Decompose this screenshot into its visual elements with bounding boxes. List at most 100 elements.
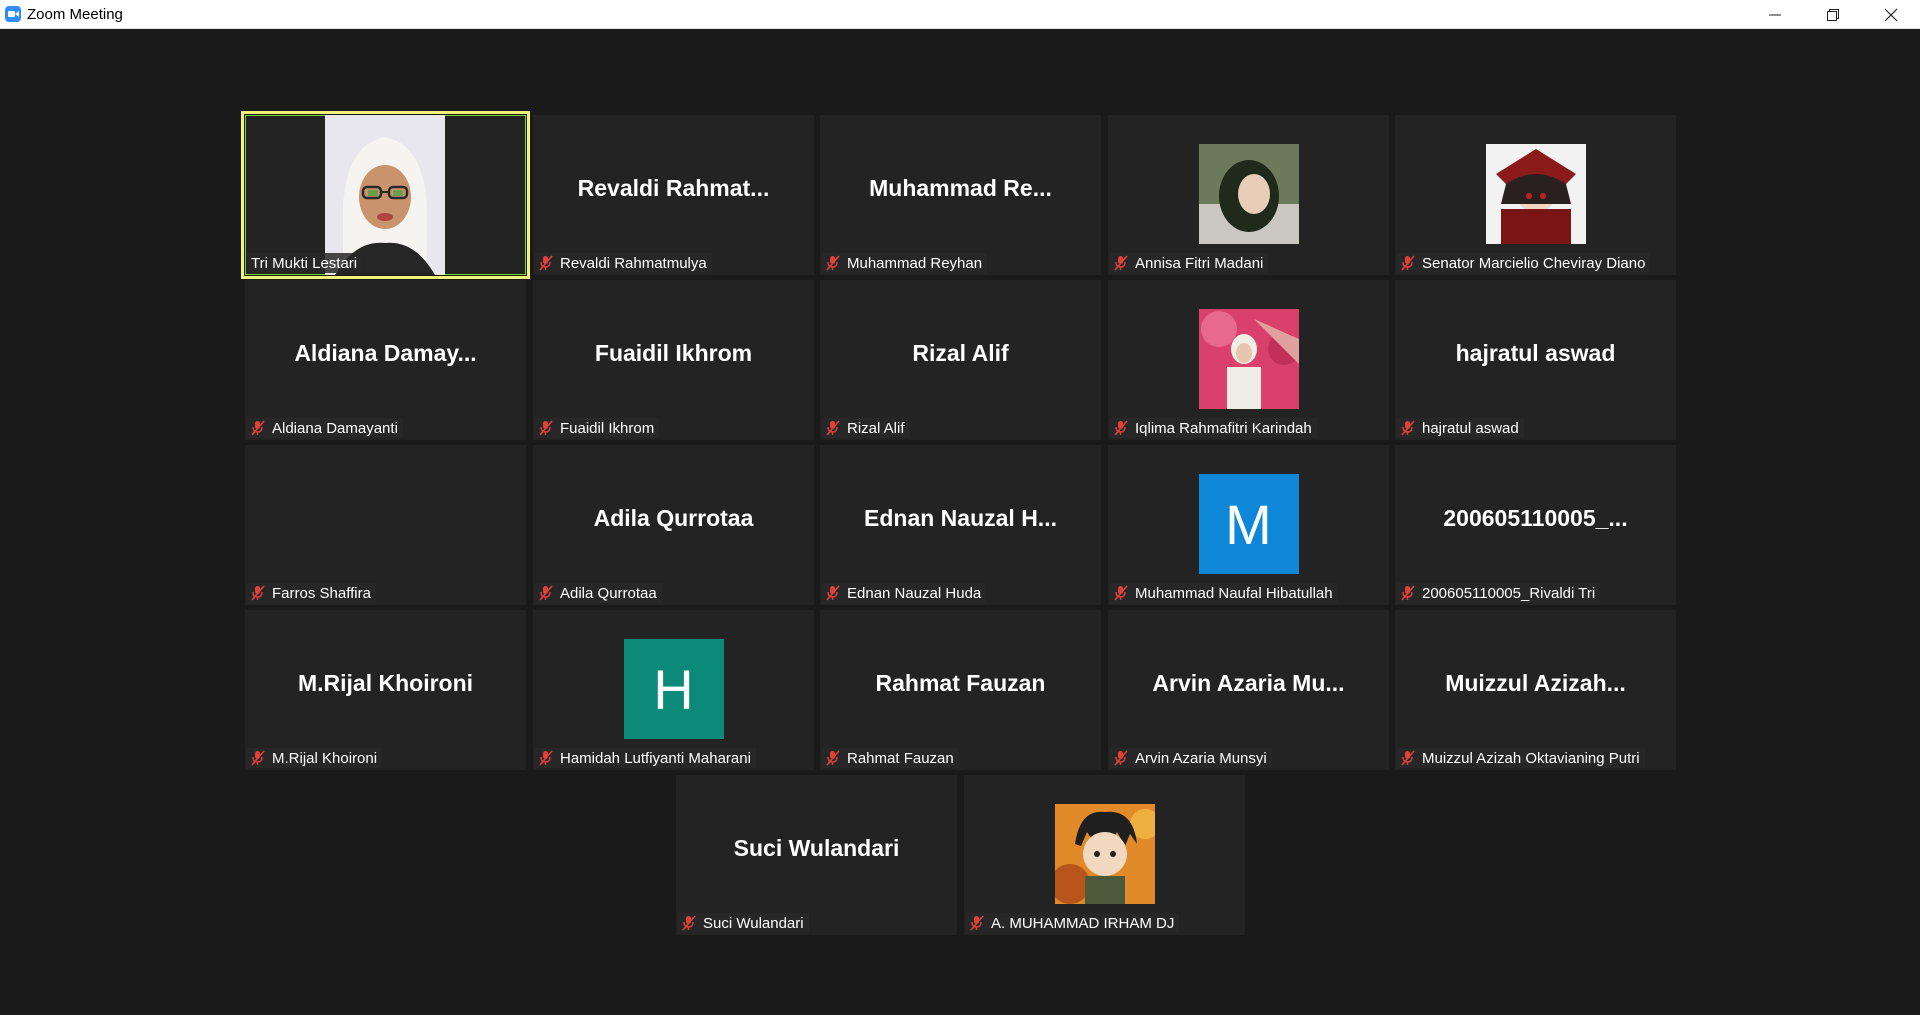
muted-mic-icon: [539, 255, 553, 271]
participant-name: 200605110005_Rivaldi Tri: [1422, 584, 1596, 602]
participant-name-label: Revaldi Rahmatmulya: [535, 253, 712, 273]
participant-name: A. MUHAMMAD IRHAM DJ: [991, 914, 1175, 932]
muted-mic-icon: [1401, 255, 1415, 271]
participant-display-name: Arvin Azaria Mu...: [1152, 670, 1345, 696]
window-controls: [1746, 0, 1920, 29]
muted-mic-icon: [539, 585, 553, 601]
participant-name: Suci Wulandari: [703, 914, 804, 932]
participant-display-name: Muizzul Azizah...: [1445, 670, 1626, 696]
participant-name: hajratul aswad: [1422, 419, 1519, 437]
participant-tile[interactable]: Arvin Azaria Mu... Arvin Azaria Munsyi: [1108, 610, 1389, 770]
gallery-view: Tri Mukti Lestari Revaldi Rahmat... Revald…: [0, 29, 1920, 1015]
participant-letter-avatar: H: [623, 639, 724, 739]
title-bar: Zoom Meeting: [0, 0, 1920, 29]
participant-tile[interactable]: A. MUHAMMAD IRHAM DJ: [964, 775, 1245, 935]
minimize-icon: [1769, 14, 1781, 15]
participant-display-name: Fuaidil Ikhrom: [594, 340, 753, 366]
muted-mic-icon: [1401, 420, 1415, 436]
participant-name-label: Aldiana Damayanti: [247, 418, 403, 438]
participant-video: [325, 115, 445, 275]
participant-tile[interactable]: Iqlima Rahmafitri Karindah: [1108, 280, 1389, 440]
participant-name-label: Annisa Fitri Madani: [1110, 253, 1269, 273]
participant-name-label: M.Rijal Khoironi: [247, 748, 383, 768]
participant-tile[interactable]: hajratul aswad hajratul aswad: [1395, 280, 1676, 440]
participant-name: Muizzul Azizah Oktavianing Putri: [1422, 749, 1640, 767]
participant-name: Rizal Alif: [847, 419, 905, 437]
participant-display-name: Adila Qurrotaa: [593, 505, 754, 531]
muted-mic-icon: [682, 915, 696, 931]
participant-name: Annisa Fitri Madani: [1135, 254, 1264, 272]
muted-mic-icon: [539, 420, 553, 436]
participant-name: Rahmat Fauzan: [847, 749, 954, 767]
participant-name-label: hajratul aswad: [1397, 418, 1524, 438]
participant-name: Senator Marcielio Cheviray Diano: [1422, 254, 1646, 272]
participant-name: Hamidah Lutfiyanti Maharani: [560, 749, 751, 767]
window-title: Zoom Meeting: [27, 5, 123, 23]
participant-name-label: A. MUHAMMAD IRHAM DJ: [966, 913, 1180, 933]
participant-display-name: Rahmat Fauzan: [875, 670, 1046, 696]
participant-tile[interactable]: M.Rijal Khoironi M.Rijal Khoironi: [245, 610, 526, 770]
muted-mic-icon: [826, 585, 840, 601]
participant-display-name: Rizal Alif: [912, 340, 1009, 366]
participant-tile[interactable]: Fuaidil Ikhrom Fuaidil Ikhrom: [533, 280, 814, 440]
participant-name: Revaldi Rahmatmulya: [560, 254, 707, 272]
participant-tile[interactable]: Tri Mukti Lestari: [241, 111, 530, 279]
participant-tile[interactable]: Farros Shaffira: [245, 445, 526, 605]
participant-display-name: Muhammad Re...: [869, 175, 1052, 201]
minimize-button[interactable]: [1746, 0, 1804, 29]
participant-tile[interactable]: Muhammad Re... Muhammad Reyhan: [820, 115, 1101, 275]
participant-avatar: [1054, 804, 1155, 904]
participant-name-label: Tri Mukti Lestari: [247, 253, 363, 273]
participant-avatar: [1198, 309, 1299, 409]
participant-tile[interactable]: Rahmat Fauzan Rahmat Fauzan: [820, 610, 1101, 770]
participant-name-label: Rahmat Fauzan: [822, 748, 959, 768]
muted-mic-icon: [1401, 585, 1415, 601]
muted-mic-icon: [251, 585, 265, 601]
participant-name: Ednan Nauzal Huda: [847, 584, 982, 602]
muted-mic-icon: [539, 750, 553, 766]
participant-display-name: Revaldi Rahmat...: [577, 175, 770, 201]
participant-tile[interactable]: Rizal Alif Rizal Alif: [820, 280, 1101, 440]
participant-tile[interactable]: Suci Wulandari Suci Wulandari: [676, 775, 957, 935]
participant-tile[interactable]: Muizzul Azizah... Muizzul Azizah Oktavian…: [1395, 610, 1676, 770]
participant-tile[interactable]: H Hamidah Lutfiyanti Maharani: [533, 610, 814, 770]
muted-mic-icon: [826, 750, 840, 766]
muted-mic-icon: [1114, 255, 1128, 271]
participant-name: Iqlima Rahmafitri Karindah: [1135, 419, 1312, 437]
participant-name-label: 200605110005_Rivaldi Tri: [1397, 583, 1601, 603]
participant-tile[interactable]: Aldiana Damay... Aldiana Damayanti: [245, 280, 526, 440]
participant-letter-avatar: M: [1198, 474, 1299, 574]
participant-tile[interactable]: 200605110005_... 200605110005_Rivaldi Tri: [1395, 445, 1676, 605]
participant-name: Adila Qurrotaa: [560, 584, 657, 602]
participant-name-label: Rizal Alif: [822, 418, 910, 438]
close-button[interactable]: [1862, 0, 1920, 29]
participant-name-label: Fuaidil Ikhrom: [535, 418, 660, 438]
muted-mic-icon: [251, 750, 265, 766]
participant-display-name: hajratul aswad: [1455, 340, 1616, 366]
participant-avatar: [1198, 144, 1299, 244]
participant-name-label: Iqlima Rahmafitri Karindah: [1110, 418, 1317, 438]
participant-name: Arvin Azaria Munsyi: [1135, 749, 1267, 767]
participant-display-name: Suci Wulandari: [733, 835, 900, 861]
participant-display-name: Aldiana Damay...: [294, 340, 477, 366]
participant-name-label: Hamidah Lutfiyanti Maharani: [535, 748, 756, 768]
participant-tile[interactable]: Annisa Fitri Madani: [1108, 115, 1389, 275]
restore-icon: [1827, 8, 1839, 21]
participant-tile[interactable]: M Muhammad Naufal Hibatullah: [1108, 445, 1389, 605]
participant-name-label: Ednan Nauzal Huda: [822, 583, 987, 603]
participant-name: Muhammad Reyhan: [847, 254, 983, 272]
muted-mic-icon: [251, 420, 265, 436]
muted-mic-icon: [826, 420, 840, 436]
participant-tile[interactable]: Revaldi Rahmat... Revaldi Rahmatmulya: [533, 115, 814, 275]
participant-tile[interactable]: Ednan Nauzal H... Ednan Nauzal Huda: [820, 445, 1101, 605]
participant-tile[interactable]: Senator Marcielio Cheviray Diano: [1395, 115, 1676, 275]
restore-button[interactable]: [1804, 0, 1862, 29]
participant-tile[interactable]: Adila Qurrotaa Adila Qurrotaa: [533, 445, 814, 605]
muted-mic-icon: [970, 915, 984, 931]
participant-display-name: M.Rijal Khoironi: [297, 670, 474, 696]
participant-display-name: Ednan Nauzal H...: [864, 505, 1057, 531]
participant-name: Aldiana Damayanti: [272, 419, 398, 437]
participant-name-label: Muizzul Azizah Oktavianing Putri: [1397, 748, 1645, 768]
participant-name: Tri Mukti Lestari: [251, 254, 358, 272]
participant-name-label: Senator Marcielio Cheviray Diano: [1397, 253, 1651, 273]
